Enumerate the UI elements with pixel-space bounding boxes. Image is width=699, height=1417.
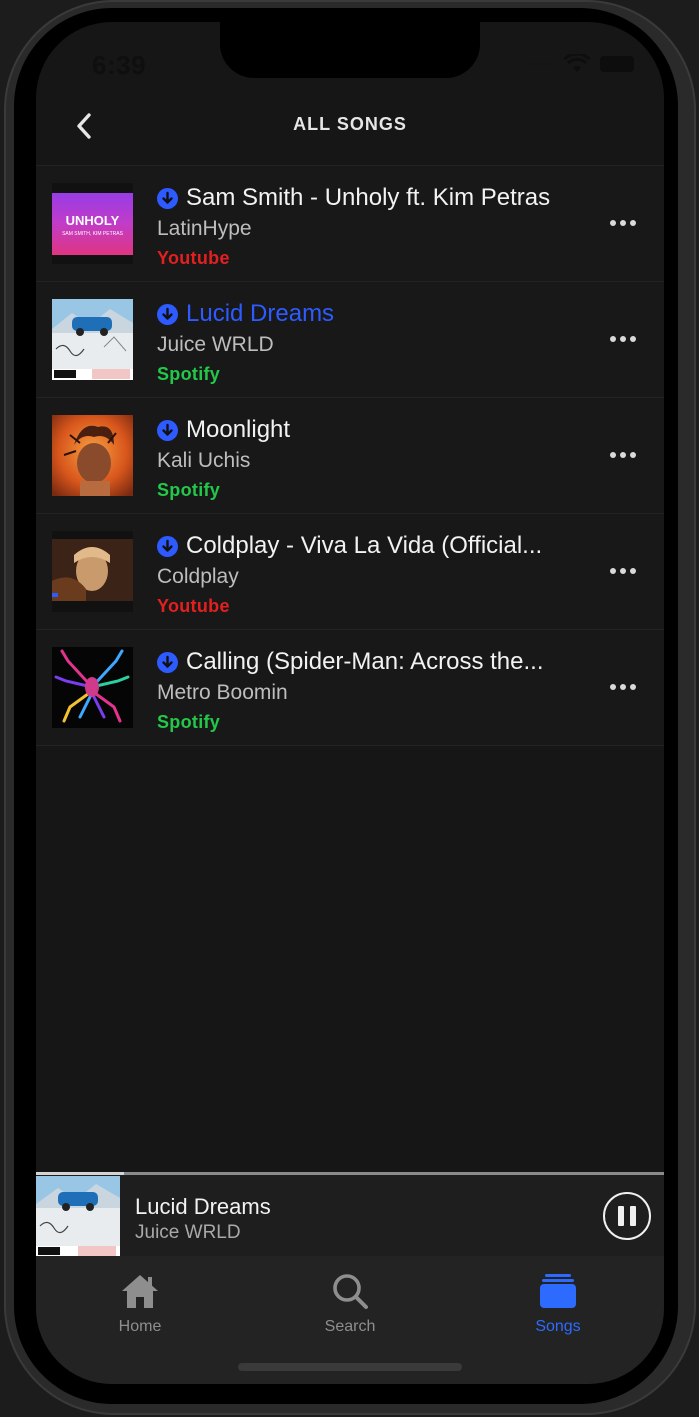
song-row[interactable]: Coldplay - Viva La Vida (Official... Col… <box>36 513 664 629</box>
tab-label: Search <box>324 1318 376 1335</box>
song-title: Moonlight <box>157 416 290 444</box>
mini-player-title: Lucid Dreams <box>135 1194 271 1219</box>
app-screen: 6:39 ALL SONGS UNHOLY SAM SMITH, KIM PET… <box>36 22 664 1384</box>
mini-player[interactable]: Lucid Dreams Juice WRLD <box>36 1172 664 1256</box>
song-title: Coldplay - Viva La Vida (Official... <box>157 532 542 560</box>
song-title: Sam Smith - Unholy ft. Kim Petras <box>157 184 550 212</box>
downloaded-icon <box>157 187 178 209</box>
song-artist: Juice WRLD <box>157 333 274 356</box>
song-row[interactable]: UNHOLY SAM SMITH, KIM PETRAS Sam Smith -… <box>36 165 664 281</box>
status-icons <box>525 54 634 74</box>
song-title-text: Moonlight <box>186 416 291 443</box>
tab-label: Home <box>118 1318 162 1335</box>
song-artist: Kali Uchis <box>157 449 251 472</box>
downloaded-icon <box>157 651 178 673</box>
song-title-text: Sam Smith - Unholy ft. Kim Petras <box>186 184 551 211</box>
tab-songs[interactable]: Songs <box>488 1270 628 1336</box>
song-source: Spotify <box>157 364 221 384</box>
album-art: UNHOLY SAM SMITH, KIM PETRAS <box>52 183 133 264</box>
pause-button[interactable] <box>603 1192 651 1240</box>
song-source: Spotify <box>157 712 221 732</box>
battery-icon <box>600 56 634 72</box>
mini-player-album-art <box>36 1176 120 1256</box>
song-title-text: Coldplay - Viva La Vida (Official... <box>186 532 543 559</box>
svg-text:UNHOLY: UNHOLY <box>66 213 120 228</box>
song-list: UNHOLY SAM SMITH, KIM PETRAS Sam Smith -… <box>36 165 664 746</box>
home-indicator <box>238 1363 462 1371</box>
more-options-button[interactable] <box>608 440 638 470</box>
album-art <box>52 299 133 380</box>
album-art <box>52 415 133 496</box>
downloaded-icon <box>157 303 178 325</box>
song-title-text: Calling (Spider-Man: Across the... <box>186 648 544 675</box>
song-artist: Metro Boomin <box>157 681 288 704</box>
song-title: Lucid Dreams <box>157 300 334 328</box>
tab-label: Songs <box>535 1318 581 1335</box>
song-title-text: Lucid Dreams <box>186 300 335 327</box>
playback-progress-track[interactable] <box>36 1172 664 1175</box>
page-header: ALL SONGS <box>36 102 664 164</box>
song-row[interactable]: Moonlight Kali Uchis Spotify <box>36 397 664 513</box>
downloaded-icon <box>157 535 178 557</box>
home-icon <box>122 1275 158 1308</box>
svg-text:SAM SMITH, KIM PETRAS: SAM SMITH, KIM PETRAS <box>62 231 124 237</box>
more-options-button[interactable] <box>608 556 638 586</box>
more-options-button[interactable] <box>608 208 638 238</box>
page-title: ALL SONGS <box>293 114 407 134</box>
tab-search[interactable]: Search <box>280 1270 420 1336</box>
songs-icon <box>540 1274 576 1308</box>
downloaded-icon <box>157 419 178 441</box>
playback-progress-fill <box>36 1172 124 1175</box>
song-row[interactable]: Calling (Spider-Man: Across the... Metro… <box>36 629 664 746</box>
tab-home[interactable]: Home <box>70 1270 210 1336</box>
song-source: Youtube <box>157 596 230 616</box>
song-row[interactable]: Lucid Dreams Juice WRLD Spotify <box>36 281 664 397</box>
cellular-signal-icon <box>525 61 554 67</box>
song-source: Spotify <box>157 480 221 500</box>
album-art <box>52 531 133 612</box>
search-icon <box>333 1274 368 1309</box>
song-artist: Coldplay <box>157 565 239 588</box>
mini-player-artist: Juice WRLD <box>135 1222 241 1243</box>
more-options-button[interactable] <box>608 672 638 702</box>
song-source: Youtube <box>157 248 230 268</box>
pause-icon <box>618 1206 624 1226</box>
song-artist: LatinHype <box>157 217 252 240</box>
status-time: 6:39 <box>92 50 147 80</box>
album-art <box>52 647 133 728</box>
more-options-button[interactable] <box>608 324 638 354</box>
notch <box>220 22 480 78</box>
wifi-icon <box>564 54 590 72</box>
song-title: Calling (Spider-Man: Across the... <box>157 648 543 676</box>
